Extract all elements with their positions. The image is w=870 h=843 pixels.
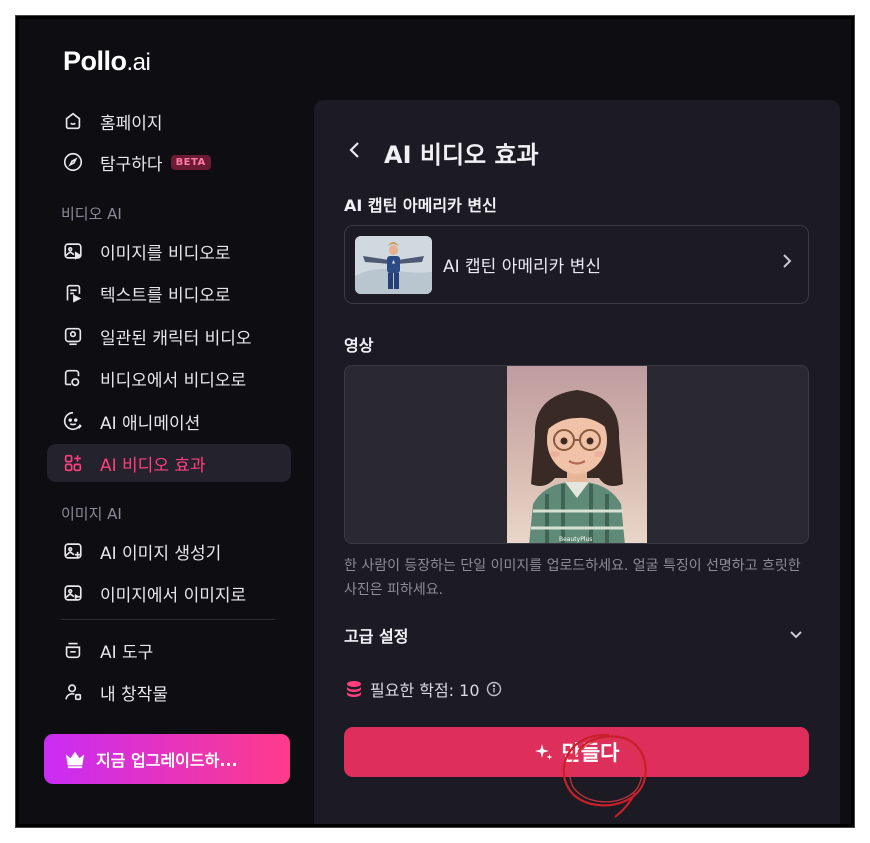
effect-thumbnail <box>355 235 432 294</box>
pollo-logo[interactable]: Pollo.ai <box>63 46 151 77</box>
video-upload-area[interactable]: BeautyPlus <box>344 365 809 544</box>
animation-icon <box>61 409 85 433</box>
watermark-text: BeautyPlus <box>559 536 593 543</box>
image-image-icon <box>61 581 85 605</box>
sidebar-item-ai-video-effects[interactable]: AI 비디오 효과 <box>47 444 291 482</box>
sidebar-item-label: 비디오에서 비디오로 <box>100 370 247 391</box>
sidebar-item-home[interactable]: 홈페이지 <box>47 102 291 140</box>
sidebar-item-label: 이미지를 비디오로 <box>100 243 231 264</box>
sidebar-item-video-to-video[interactable]: 비디오에서 비디오로 <box>47 359 291 397</box>
sidebar-item-label: 탐구하다 <box>100 154 163 175</box>
upgrade-button[interactable]: 지금 업그레이드하... <box>44 734 290 784</box>
create-button[interactable]: 만들다 <box>344 727 809 777</box>
video-ai-section-title: 비디오 AI <box>61 205 122 223</box>
credits-required-text: 필요한 학점: 10 <box>370 681 480 700</box>
coins-stack-icon <box>346 680 362 698</box>
upload-hint: 한 사람이 등장하는 단일 이미지를 업로드하세요. 얼굴 특징이 선명하고 흐… <box>344 558 801 598</box>
sidebar-item-label: AI 애니메이션 <box>100 413 201 434</box>
character-icon <box>61 324 85 348</box>
image-generator-icon <box>61 539 85 563</box>
sidebar-item-ai-tools[interactable]: AI 도구 <box>47 631 291 669</box>
sidebar-item-my-creations[interactable]: 내 창작물 <box>47 673 291 711</box>
sidebar-item-image-to-image[interactable]: 이미지에서 이미지로 <box>47 574 291 612</box>
effect-field-label: AI 캡틴 아메리카 변신 <box>344 196 497 215</box>
image-ai-section-title: 이미지 AI <box>61 505 122 523</box>
effect-select[interactable]: AI 캡틴 아메리카 변신 <box>344 225 809 304</box>
sidebar-item-label: AI 비디오 효과 <box>100 455 206 476</box>
sidebar-item-label: 홈페이지 <box>100 113 163 134</box>
sidebar-item-label: 내 창작물 <box>100 684 168 705</box>
chevron-right-icon <box>782 253 792 273</box>
sidebar-item-explore[interactable]: 탐구하다 BETA <box>47 143 291 181</box>
sidebar-divider <box>61 619 275 620</box>
logo-text: Pollo <box>63 46 127 76</box>
uploaded-portrait-image: BeautyPlus <box>507 366 647 543</box>
selected-effect-name: AI 캡틴 아메리카 변신 <box>443 257 601 277</box>
sidebar-item-ai-image-generator[interactable]: AI 이미지 생성기 <box>47 532 291 570</box>
sidebar-item-label: AI 이미지 생성기 <box>100 543 222 564</box>
credits-row: 필요한 학점: 10 <box>346 677 502 701</box>
user-creations-icon <box>61 680 85 704</box>
sidebar-item-image-to-video[interactable]: 이미지를 비디오로 <box>47 232 291 270</box>
home-icon <box>61 109 85 133</box>
app-window: Pollo.ai 홈페이지 탐구하다 BETA 비디오 AI 이미지를 비디오로… <box>16 16 854 827</box>
info-icon[interactable] <box>486 681 502 697</box>
logo-suffix: .ai <box>126 49 151 76</box>
video-video-icon <box>61 366 85 390</box>
effects-panel: AI 비디오 효과 AI 캡틴 아메리카 변신 AI 캡틴 아메리카 변신 영상… <box>314 100 840 824</box>
text-video-icon <box>61 281 85 305</box>
tools-icon <box>61 638 85 662</box>
create-button-label: 만들다 <box>561 741 620 765</box>
crown-icon <box>64 749 86 769</box>
sidebar-item-label: 텍스트를 비디오로 <box>100 285 231 306</box>
compass-icon <box>61 150 85 174</box>
effects-icon <box>61 451 85 475</box>
sidebar-item-text-to-video[interactable]: 텍스트를 비디오로 <box>47 274 291 312</box>
page-title: AI 비디오 효과 <box>384 141 539 169</box>
upgrade-label: 지금 업그레이드하... <box>96 751 238 770</box>
image-video-icon <box>61 239 85 263</box>
advanced-settings-toggle[interactable]: 고급 설정 <box>344 620 809 650</box>
sidebar-item-label: AI 도구 <box>100 642 154 663</box>
sidebar-item-ai-animation[interactable]: AI 애니메이션 <box>47 402 291 440</box>
advanced-settings-label: 고급 설정 <box>344 627 409 646</box>
sidebar-item-label: 일관된 캐릭터 비디오 <box>100 328 252 349</box>
chevron-down-icon <box>789 630 803 640</box>
sidebar-item-label: 이미지에서 이미지로 <box>100 585 247 606</box>
video-field-label: 영상 <box>344 336 374 355</box>
sidebar-item-consistent-character[interactable]: 일관된 캐릭터 비디오 <box>47 317 291 355</box>
beta-badge: BETA <box>170 154 211 170</box>
sparkle-icon <box>534 742 554 762</box>
back-chevron-icon[interactable] <box>348 140 362 165</box>
